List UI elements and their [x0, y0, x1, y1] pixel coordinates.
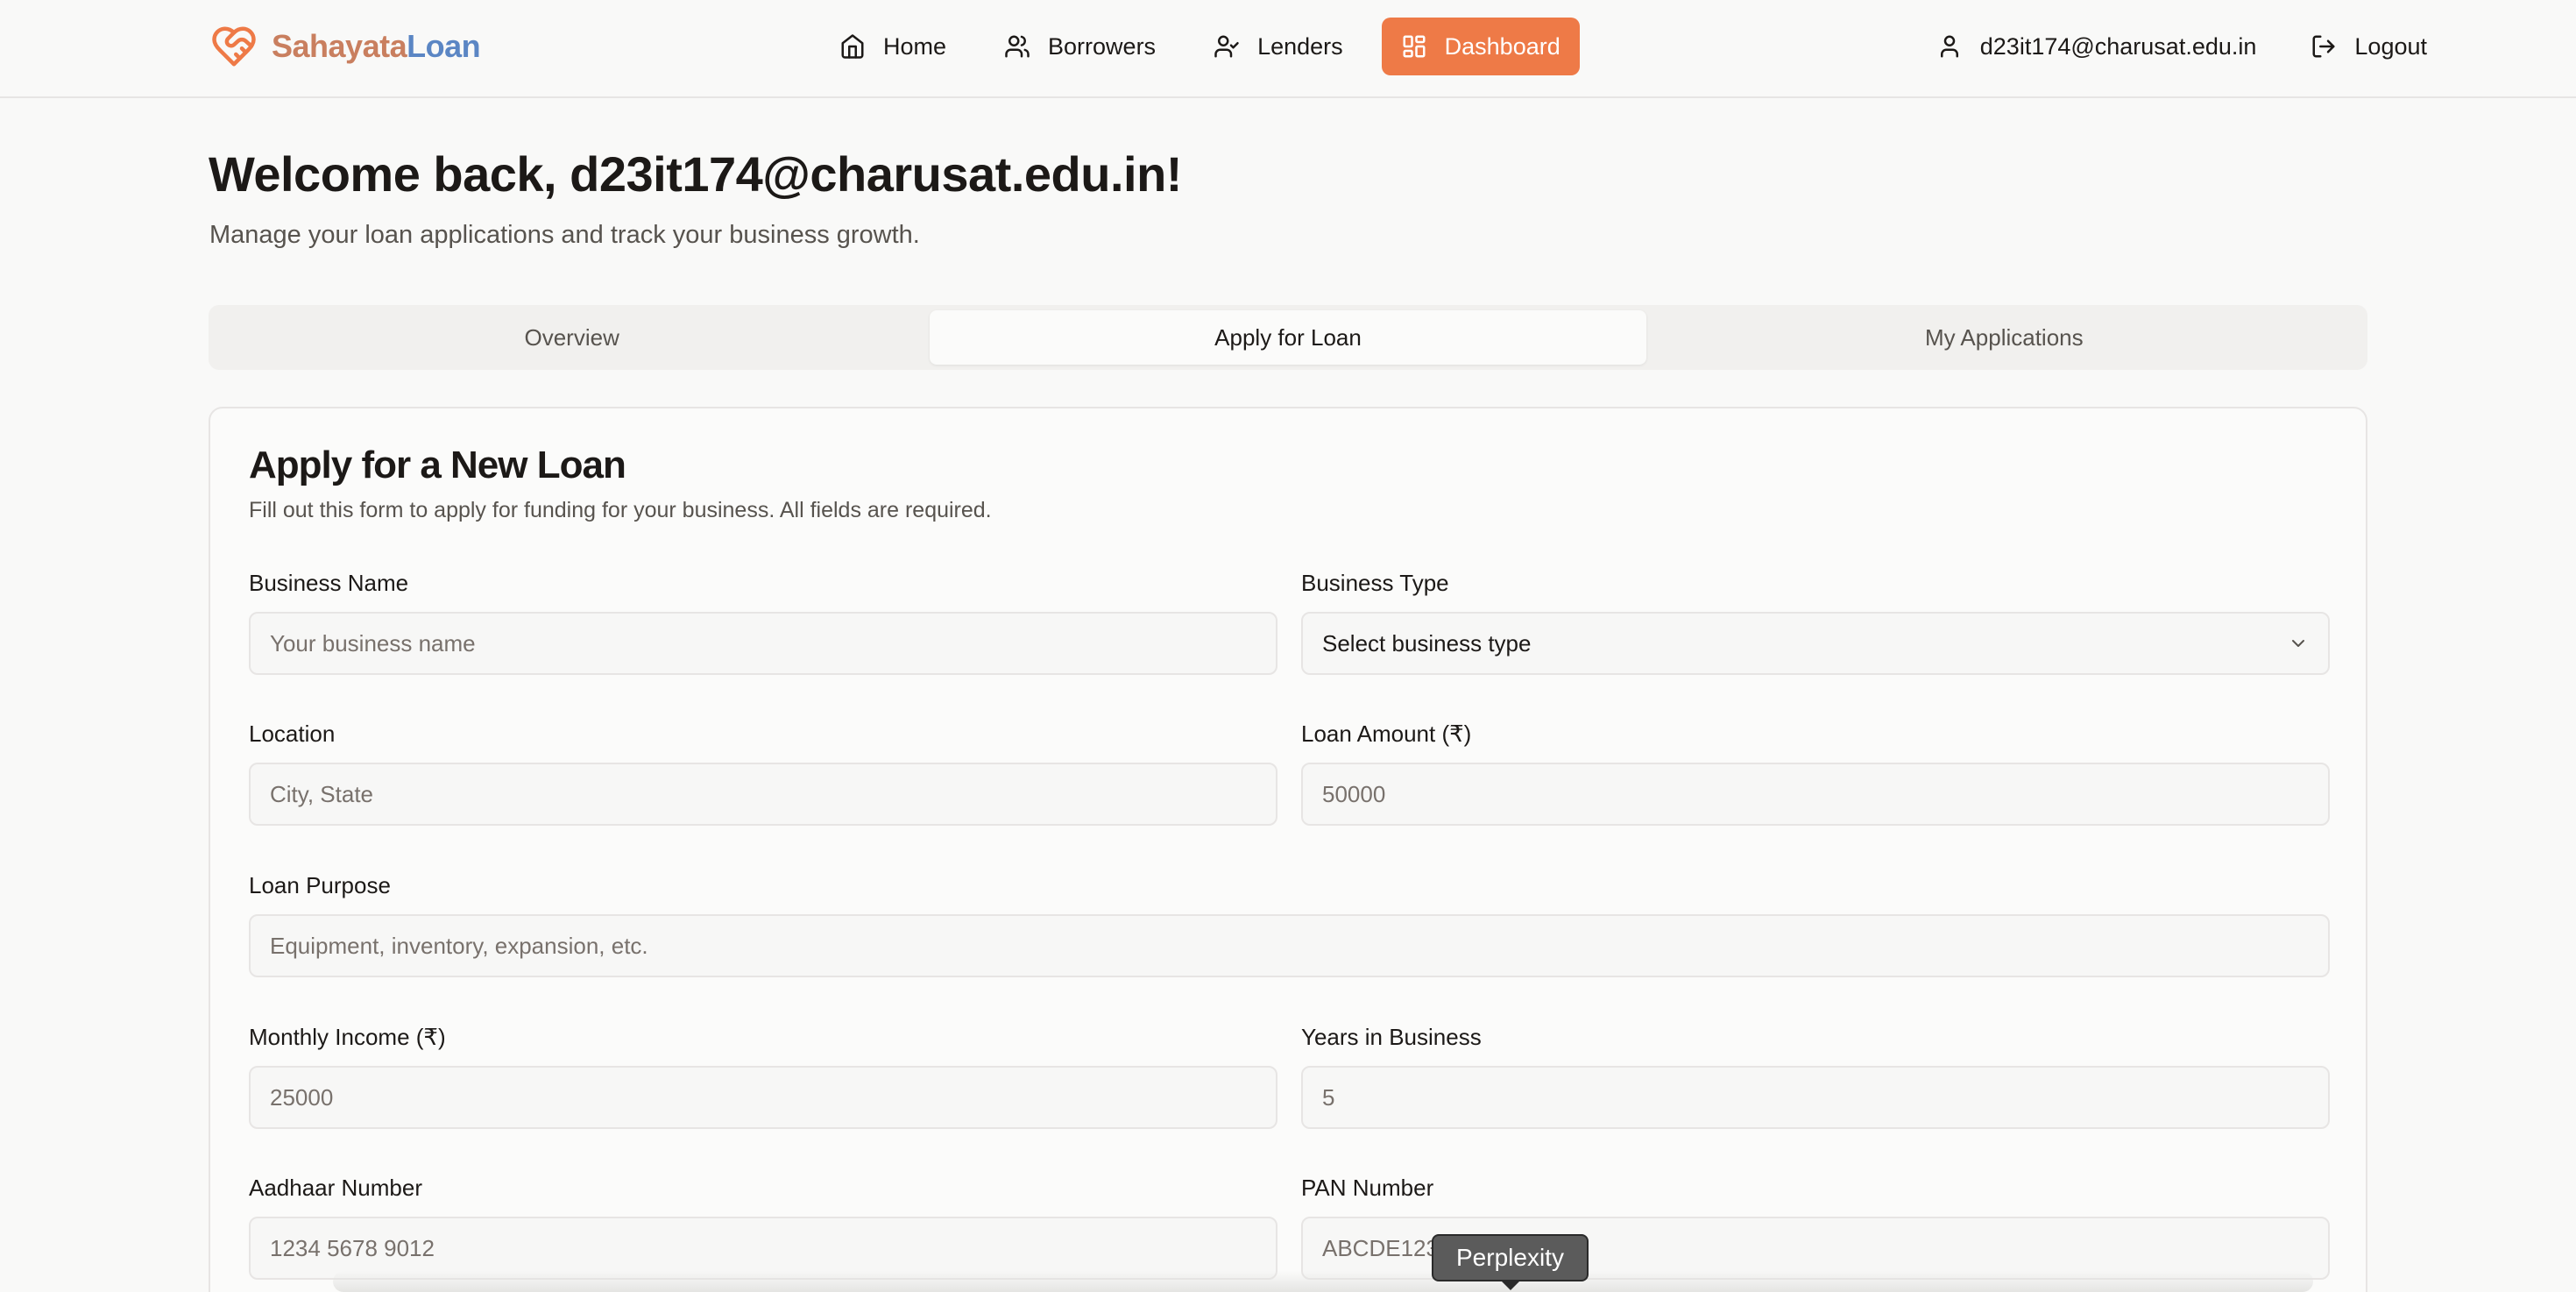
loan-amount-field: Loan Amount (₹)	[1301, 717, 2330, 826]
nav-home-label: Home	[883, 32, 947, 60]
user-area: d23it174@charusat.edu.in Logout	[1922, 18, 2441, 75]
loan-purpose-label: Loan Purpose	[249, 872, 391, 898]
user-email: d23it174@charusat.edu.in	[1979, 32, 2257, 60]
brand-logo[interactable]: SahayataLoan	[209, 23, 481, 70]
logout-icon	[2312, 35, 2335, 58]
loan-purpose-input[interactable]	[249, 914, 2330, 977]
business-name-input[interactable]	[249, 612, 1277, 675]
page-subtitle: Manage your loan applications and track …	[209, 221, 920, 249]
location-input[interactable]	[249, 763, 1277, 826]
nav-dashboard-label: Dashboard	[1444, 32, 1560, 60]
tab-my-applications[interactable]: My Applications	[1646, 310, 2362, 365]
dashboard-tabs: Overview Apply for Loan My Applications	[209, 305, 2367, 370]
nav-dashboard[interactable]: Dashboard	[1381, 18, 1580, 75]
home-icon	[841, 34, 864, 59]
brand-name: SahayataLoan	[272, 28, 481, 65]
years-in-business-input[interactable]	[1301, 1066, 2330, 1129]
business-type-select[interactable]: Select business type	[1301, 612, 2330, 675]
tooltip-arrow	[1500, 1280, 1521, 1290]
years-in-business-field: Years in Business	[1301, 1020, 2330, 1129]
business-name-field: Business Name	[249, 566, 1277, 675]
user-profile-link[interactable]: d23it174@charusat.edu.in	[1922, 18, 2271, 75]
monthly-income-field: Monthly Income (₹)	[249, 1020, 1277, 1129]
location-field: Location	[249, 717, 1277, 826]
business-type-label: Business Type	[1301, 570, 1449, 596]
brand-name-part1: Sahayata	[272, 28, 407, 64]
page-title: Welcome back, d23it174@charusat.edu.in!	[209, 146, 1182, 202]
top-navbar: SahayataLoan Home Borrowers Lenders Dash…	[0, 0, 2576, 98]
nav-lenders-label: Lenders	[1257, 32, 1343, 60]
pan-label: PAN Number	[1301, 1175, 1434, 1201]
nav-borrowers-label: Borrowers	[1048, 32, 1157, 60]
chevron-down-icon	[2292, 640, 2304, 647]
form-title: Apply for a New Loan	[249, 444, 626, 486]
heart-handshake-icon	[212, 26, 256, 67]
nav-borrowers[interactable]: Borrowers	[985, 18, 1175, 75]
user-icon	[1940, 35, 1958, 58]
business-name-label: Business Name	[249, 570, 409, 596]
location-label: Location	[249, 721, 336, 747]
loan-purpose-field: Loan Purpose	[249, 869, 2330, 977]
loan-amount-input[interactable]	[1301, 763, 2330, 826]
tab-overview[interactable]: Overview	[214, 310, 930, 365]
aadhaar-label: Aadhaar Number	[249, 1175, 422, 1201]
business-type-field: Business Type Select business type	[1301, 566, 2330, 675]
brand-name-part2: Loan	[407, 28, 481, 64]
loan-amount-label: Loan Amount (₹)	[1301, 721, 1472, 747]
monthly-income-label: Monthly Income (₹)	[249, 1024, 446, 1050]
aadhaar-field: Aadhaar Number	[249, 1171, 1277, 1280]
dock-tooltip: Perplexity	[1432, 1234, 1589, 1281]
nav-lenders[interactable]: Lenders	[1194, 18, 1362, 75]
dashboard-icon	[1403, 35, 1426, 58]
user-check-icon	[1214, 35, 1239, 58]
users-icon	[1005, 35, 1030, 58]
logout-button[interactable]: Logout	[2296, 18, 2441, 75]
form-subtitle: Fill out this form to apply for funding …	[249, 498, 992, 522]
tab-apply-for-loan[interactable]: Apply for Loan	[930, 310, 1646, 365]
business-type-value: Select business type	[1322, 629, 1532, 657]
main-nav: Home Borrowers Lenders Dashboard	[820, 18, 1580, 75]
nav-home[interactable]: Home	[820, 18, 966, 75]
logout-label: Logout	[2354, 32, 2427, 60]
monthly-income-input[interactable]	[249, 1066, 1277, 1129]
loan-application-card: Apply for a New Loan Fill out this form …	[209, 407, 2367, 1292]
dock-shadow	[333, 1271, 2313, 1292]
years-in-business-label: Years in Business	[1301, 1024, 1482, 1050]
